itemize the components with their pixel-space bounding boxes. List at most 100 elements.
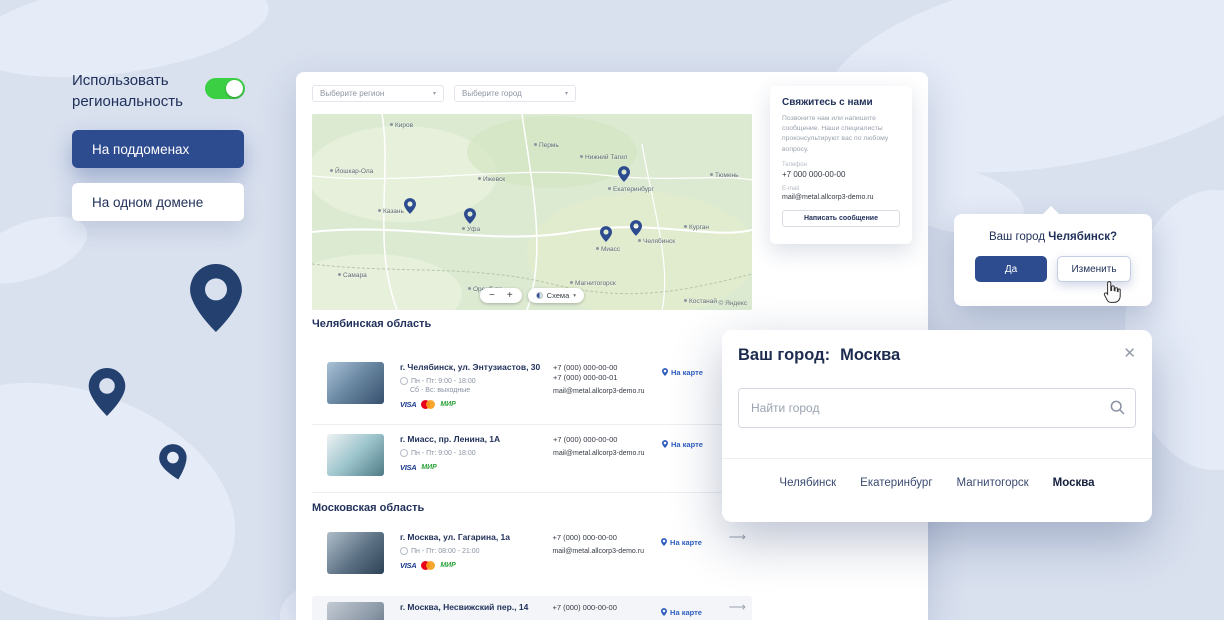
city-option-moscow[interactable]: Москва [1053,477,1095,489]
map-city-label: Костанай [684,298,717,305]
layer-icon [536,292,543,299]
office-row[interactable]: г. Миасс, пр. Ленина, 1А Пн - Пт: 9:00 -… [312,428,752,476]
close-icon[interactable]: ✕ [1123,344,1136,362]
map-attribution: © Яндекс [719,300,747,307]
regionality-toggle-label: Использовать региональность [72,70,212,112]
modal-selected-city: Москва [840,346,900,365]
office-schedule: Пн - Пт: 08:00 - 21:00 [411,548,480,555]
map-city-label: Магнитогорск [570,280,616,287]
map-city-label: Киров [390,122,413,129]
option-subdomains-button[interactable]: На поддоменах [72,130,244,168]
city-option-ekaterinburg[interactable]: Екатеринбург [860,477,932,489]
office-phone: +7 (000) 000-00-01 [553,373,662,383]
region-select-value: Выберите регион [320,89,384,98]
map-marker-icon[interactable] [464,208,476,224]
contact-email: mail@metal.allcorp3-demo.ru [782,194,900,201]
zoom-in-button[interactable]: + [507,289,513,303]
chevron-down-icon: ▾ [565,90,568,97]
on-map-link[interactable]: На карте [661,608,702,617]
map-city-label: Ижевск [478,176,505,183]
toggle-knob [226,80,243,97]
search-icon [1110,400,1125,415]
pin-icon [662,440,668,448]
section-title-moscow: Московская область [312,502,424,514]
visa-badge: VISA [400,400,416,409]
pin-icon [662,368,668,376]
contact-phone-label: Телефон [782,162,900,168]
location-pin-icon [88,368,126,416]
detected-city: Челябинск? [1048,231,1117,243]
office-row[interactable]: г. Челябинск, ул. Энтузиастов, 30 Пн - П… [312,356,752,409]
on-map-link[interactable]: На карте [662,368,703,377]
map-city-label: Нижний Тагил [580,154,627,161]
zoom-out-button[interactable]: − [489,289,495,303]
on-map-link[interactable]: На карте [661,538,702,547]
office-address: г. Челябинск, ул. Энтузиастов, 30 [400,362,545,373]
city-confirm-question: Ваш город Челябинск? [954,231,1152,243]
map-marker-icon[interactable] [618,166,630,182]
map-city-label: Курган [684,224,709,231]
regionality-toggle[interactable] [205,78,245,99]
map-city-label: Уфа [462,226,480,233]
contact-card: Свяжитесь с нами Позвоните нам или напиш… [770,86,912,244]
row-arrow-icon[interactable]: ⟶ [729,602,746,612]
city-option-chelyabinsk[interactable]: Челябинск [779,477,836,489]
contact-text: Позвоните нам или напишите сообщение. На… [782,114,900,155]
office-row[interactable]: г. Москва, Несвижский пер., 14 +7 (000) … [312,596,752,620]
map-marker-icon[interactable] [630,220,642,236]
layer-label: Схема [547,291,570,300]
office-phone: +7 (000) 000-00-00 [553,363,662,373]
city-search-input[interactable] [738,388,1136,428]
chevron-down-icon: ▾ [433,90,436,97]
offices-map[interactable]: Киров Пермь Нижний Тагил Екатеринбург Тю… [312,114,752,310]
office-photo [327,602,384,620]
modal-title: Ваш город: Москва [738,346,900,365]
row-divider [312,424,752,425]
map-marker-icon[interactable] [404,198,416,214]
city-confirm-popup: Ваш город Челябинск? Да Изменить [954,214,1152,306]
mastercard-icon [421,561,435,570]
visa-badge: VISA [400,561,416,570]
contact-title: Свяжитесь с нами [782,97,900,108]
modal-city-list: Челябинск Екатеринбург Магнитогорск Моск… [722,477,1152,489]
map-city-label: Екатеринбург [608,186,654,193]
write-message-button[interactable]: Написать сообщение [782,210,900,227]
map-city-label: Пермь [534,142,559,149]
city-option-magnitogorsk[interactable]: Магнитогорск [957,477,1029,489]
office-schedule: Пн - Пт: 9:00 - 18:00 [411,450,476,457]
office-photo [327,362,384,404]
on-map-link[interactable]: На карте [662,440,703,449]
mir-badge: МИР [440,401,456,408]
confirm-change-button[interactable]: Изменить [1057,256,1131,282]
pin-icon [661,608,667,616]
map-layer-button[interactable]: Схема ▾ [528,288,584,303]
office-address: г. Москва, ул. Гагарина, 1а [400,532,544,543]
modal-divider [722,458,1152,459]
office-schedule: Пн - Пт: 9:00 - 18:00 [411,378,476,385]
office-address: г. Москва, Несвижский пер., 14 [400,602,544,613]
row-divider [312,492,752,493]
map-city-label: Йошкар-Ола [330,168,373,175]
map-marker-icon[interactable] [600,226,612,242]
confirm-yes-button[interactable]: Да [975,256,1047,282]
city-select-value: Выберите город [462,89,522,98]
contact-email-label: E-mail [782,186,900,192]
option-single-domain-button[interactable]: На одном домене [72,183,244,221]
screen: Использовать региональность На поддомена… [0,0,1224,620]
office-phone: +7 (000) 000-00-00 [552,533,661,543]
location-pin-icon [190,264,242,332]
hand-cursor-icon [1103,280,1121,303]
mir-badge: МИР [421,464,437,471]
office-address: г. Миасс, пр. Ленина, 1А [400,434,545,445]
office-email: mail@metal.allcorp3-demo.ru [552,548,661,555]
zoom-control: − + [480,288,522,303]
map-city-label: Миасс [596,246,620,253]
contact-phone: +7 000 000-00-00 [782,170,900,179]
region-select[interactable]: Выберите регион ▾ [312,85,444,102]
clock-icon [400,449,408,457]
office-row[interactable]: г. Москва, ул. Гагарина, 1а Пн - Пт: 08:… [312,526,752,574]
city-select[interactable]: Выберите город ▾ [454,85,576,102]
mir-badge: МИР [440,562,456,569]
clock-icon [400,377,408,385]
row-arrow-icon[interactable]: ⟶ [729,532,746,542]
